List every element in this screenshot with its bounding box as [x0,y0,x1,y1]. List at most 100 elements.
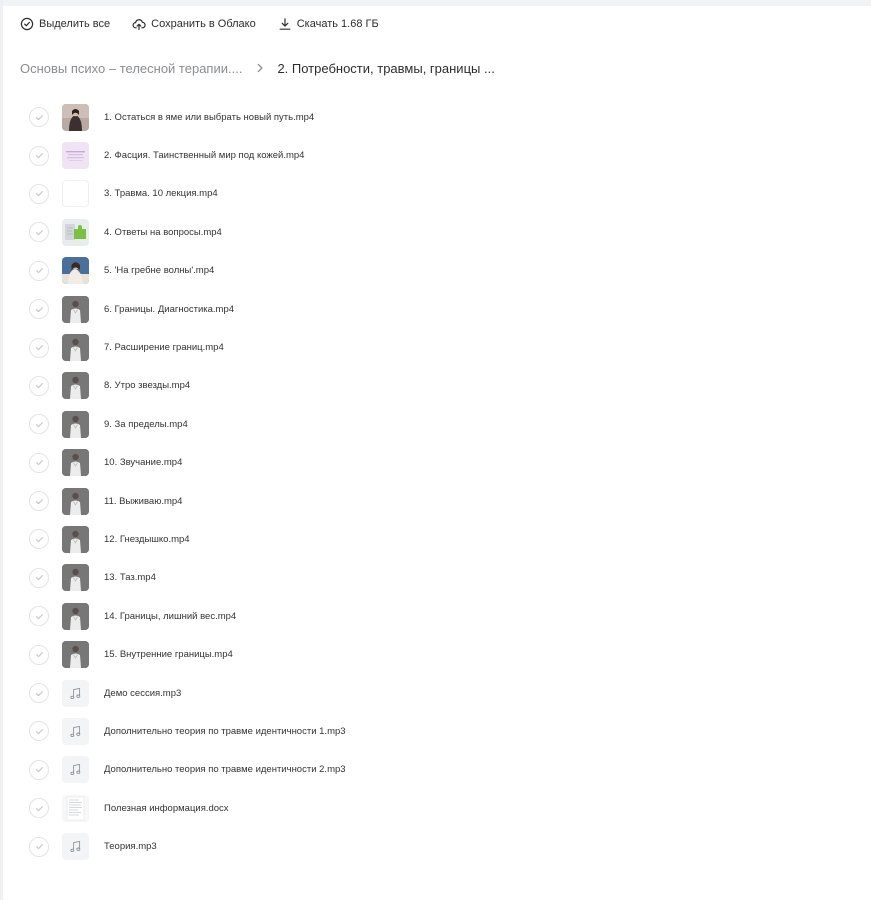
breadcrumb: Основы психо – телесной терапии.... 2. П… [20,57,495,79]
file-name: Полезная информация.docx [104,802,229,814]
select-checkbox[interactable] [29,414,49,435]
file-row[interactable]: 15. Внутренние границы.mp4 [29,635,849,673]
file-name: Демо сессия.mp3 [104,687,182,699]
check-circle-icon [20,17,34,31]
file-row[interactable]: Демо сессия.mp3 [29,674,849,712]
file-thumbnail [62,602,89,630]
file-thumbnail [62,449,89,477]
file-name: 1. Остаться в яме или выбрать новый путь… [104,111,315,123]
download-icon [278,17,292,31]
select-checkbox[interactable] [29,567,49,588]
file-thumbnail [62,564,89,592]
file-row[interactable]: 4. Ответы на вопросы.mp4 [29,213,849,251]
chevron-right-icon [254,62,266,74]
file-row[interactable]: 2. Фасция. Таинственный мир под кожей.mp… [29,136,849,174]
file-row[interactable]: Дополнительно теория по травме идентично… [29,712,849,750]
file-row[interactable]: 5. 'На гребне волны'.mp4 [29,252,849,290]
select-checkbox[interactable] [29,375,49,396]
file-name: 12. Гнездышко.mp4 [104,533,190,545]
select-checkbox[interactable] [29,183,49,204]
checkmark-icon [35,805,43,811]
top-edge [0,0,871,6]
select-checkbox[interactable] [29,683,49,704]
checkmark-icon [35,498,43,504]
checkmark-icon [35,153,43,159]
select-checkbox[interactable] [29,260,49,281]
checkmark-icon [35,767,43,773]
select-checkbox[interactable] [29,836,49,857]
select-checkbox[interactable] [29,222,49,243]
select-all-button[interactable]: Выделить все [20,14,110,34]
select-checkbox[interactable] [29,107,49,128]
select-checkbox[interactable] [29,299,49,320]
checkmark-icon [35,383,43,389]
checkmark-icon [35,191,43,197]
select-checkbox[interactable] [29,644,49,665]
document-icon [62,794,89,822]
breadcrumb-current-folder: 2. Потребности, травмы, границы ... [277,60,495,76]
file-name: 5. 'На гребне волны'.mp4 [104,265,215,277]
select-checkbox[interactable] [29,452,49,473]
file-name: 6. Границы. Диагностика.mp4 [104,303,235,315]
file-row[interactable]: 12. Гнездышко.mp4 [29,520,849,558]
file-name: 2. Фасция. Таинственный мир под кожей.mp… [104,150,305,162]
file-row[interactable]: 14. Границы, лишний вес.mp4 [29,597,849,635]
toolbar: Выделить все Сохранить в Облако Скачать … [20,14,379,34]
file-row[interactable]: 10. Звучание.mp4 [29,444,849,482]
file-name: Теория.mp3 [104,841,157,853]
music-note-icon [62,833,89,861]
select-checkbox[interactable] [29,491,49,512]
select-checkbox[interactable] [29,798,49,819]
file-name: 4. Ответы на вопросы.mp4 [104,226,222,238]
download-button[interactable]: Скачать 1.68 ГБ [278,14,379,34]
checkmark-icon [35,306,43,312]
save-to-cloud-label: Сохранить в Облако [151,18,256,30]
file-name: Дополнительно теория по травме идентично… [104,725,346,737]
file-thumbnail [62,525,89,553]
file-thumbnail [62,641,89,669]
checkmark-icon [35,690,43,696]
save-to-cloud-button[interactable]: Сохранить в Облако [132,14,256,34]
file-thumbnail [62,487,89,515]
file-name: 7. Расширение границ.mp4 [104,342,224,354]
download-label: Скачать 1.68 ГБ [296,18,379,30]
music-note-icon [62,756,89,784]
select-checkbox[interactable] [29,145,49,166]
select-checkbox[interactable] [29,606,49,627]
select-checkbox[interactable] [29,337,49,358]
music-note-icon [62,717,89,745]
file-row[interactable]: Полезная информация.docx [29,789,849,827]
checkmark-icon [35,229,43,236]
file-name: Дополнительно теория по травме идентично… [104,764,346,776]
file-row[interactable]: Теория.mp3 [29,827,849,865]
checkmark-icon [35,114,43,120]
music-note-icon [62,679,89,707]
file-row[interactable]: 6. Границы. Диагностика.mp4 [29,290,849,328]
file-thumbnail [62,410,89,438]
file-row[interactable]: 11. Выживаю.mp4 [29,482,849,520]
file-row[interactable]: 7. Расширение границ.mp4 [29,328,849,366]
select-checkbox[interactable] [29,529,49,550]
file-row[interactable]: Дополнительно теория по травме идентично… [29,751,849,789]
left-edge [0,0,3,900]
breadcrumb-parent-folder[interactable]: Основы психо – телесной терапии.... [20,61,242,76]
checkmark-icon [35,268,43,274]
select-checkbox[interactable] [29,759,49,780]
file-row[interactable]: 13. Таз.mp4 [29,559,849,597]
file-thumbnail [62,334,89,362]
checkmark-icon [35,652,43,658]
file-name: 13. Таз.mp4 [104,572,156,584]
file-name: 10. Звучание.mp4 [104,457,183,469]
file-row[interactable]: 1. Остаться в яме или выбрать новый путь… [29,98,849,136]
checkmark-icon [35,575,43,581]
file-thumbnail [62,372,89,400]
file-thumbnail [62,257,89,285]
file-row[interactable]: 3. Травма. 10 лекция.mp4 [29,175,849,213]
file-name: 11. Выживаю.mp4 [104,495,183,507]
select-checkbox[interactable] [29,721,49,742]
file-row[interactable]: 8. Утро звезды.mp4 [29,367,849,405]
checkmark-icon [35,844,43,850]
cloud-upload-icon [132,17,146,31]
checkmark-icon [35,460,43,466]
file-row[interactable]: 9. За пределы.mp4 [29,405,849,443]
